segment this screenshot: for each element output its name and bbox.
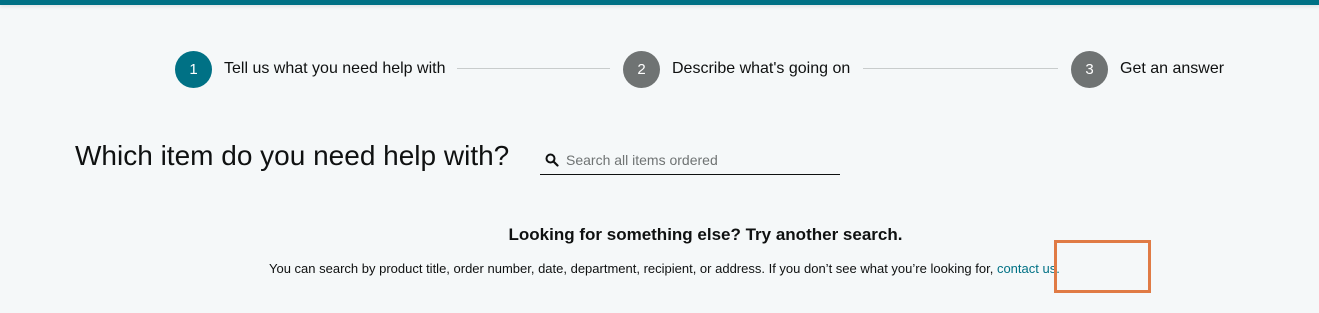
help-text: You can search by product title, order n… — [269, 261, 1060, 276]
step-2-number: 2 — [623, 50, 660, 88]
step-1-number: 1 — [175, 50, 212, 88]
search-box[interactable] — [540, 145, 840, 175]
progress-stepper: 1 Tell us what you need help with 2 Desc… — [175, 50, 1235, 88]
step-3-label: Get an answer — [1120, 60, 1225, 77]
page-question: Which item do you need help with? — [75, 140, 510, 171]
step-2-label: Describe what's going on — [672, 60, 851, 77]
search-icon — [545, 153, 559, 167]
top-accent-bar — [0, 0, 1319, 5]
step-2: 2 Describe what's going on — [623, 50, 850, 88]
help-heading: Looking for something else? Try another … — [508, 225, 903, 244]
contact-us-link[interactable]: contact us. — [997, 261, 1060, 276]
step-1-label: Tell us what you need help with — [224, 60, 446, 77]
search-input[interactable] — [566, 151, 836, 168]
step-3: 3 Get an answer — [1071, 50, 1224, 88]
highlight-annotation-box — [1054, 240, 1151, 293]
help-text-body: You can search by product title, order n… — [269, 261, 997, 276]
step-connector-2 — [863, 68, 1058, 69]
step-connector-1 — [457, 68, 610, 69]
step-3-number: 3 — [1071, 50, 1108, 88]
step-1: 1 Tell us what you need help with — [175, 50, 445, 88]
